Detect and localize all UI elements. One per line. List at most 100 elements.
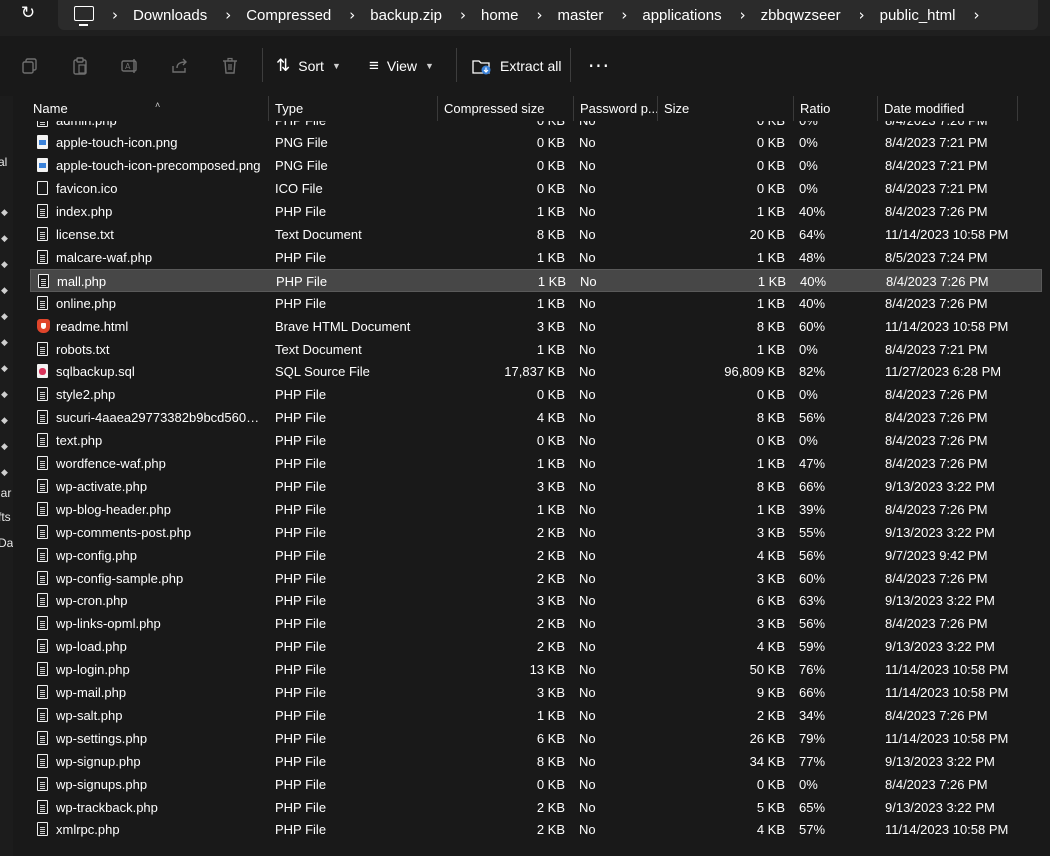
- copy-icon[interactable]: [16, 52, 44, 80]
- file-password-cell: No: [579, 295, 596, 311]
- file-row[interactable]: wp-salt.php PHP File 1 KB No 2 KB 34% 8/4/2023…: [30, 704, 1042, 727]
- file-name-cell: online.php: [56, 295, 116, 311]
- file-row[interactable]: malcare-waf.php PHP File 1 KB No 1 KB 48% 8/5/…: [30, 246, 1042, 269]
- file-row[interactable]: wp-mail.php PHP File 3 KB No 9 KB 66% 11/14/20…: [30, 681, 1042, 704]
- breadcrumb-separator-icon[interactable]: ›: [537, 6, 543, 24]
- nav-item-fragment[interactable]: al: [0, 155, 7, 169]
- file-password-cell: No: [579, 501, 596, 517]
- document-file-icon: [37, 753, 48, 768]
- file-name-cell: sucuri-4aaea29773382b9bcd56020...: [56, 410, 264, 426]
- file-row[interactable]: wp-login.php PHP File 13 KB No 50 KB 76% 11/14…: [30, 658, 1042, 681]
- file-row[interactable]: wp-load.php PHP File 2 KB No 4 KB 59% 9/13/202…: [30, 635, 1042, 658]
- nav-item-fragment[interactable]: fts: [0, 510, 11, 524]
- delete-icon[interactable]: [216, 52, 244, 80]
- file-row[interactable]: mall.php PHP File 1 KB No 1 KB 40% 8/4/2023 7:…: [30, 268, 1042, 292]
- navigation-pane[interactable]: al ◆ ◆ ◆ ◆ ◆ ◆ ◆ ◆ ◆ ◆ ◆ lar fts Da: [0, 96, 13, 856]
- file-row[interactable]: wp-comments-post.php PHP File 2 KB No 3 KB 55…: [30, 521, 1042, 544]
- file-list: admin.phpPHP File0 KBNo0 KB0%8/4/2023 7:…: [14, 109, 1050, 856]
- view-button[interactable]: ≡ View ▼: [369, 48, 434, 84]
- breadcrumb-item[interactable]: applications: [642, 7, 721, 24]
- file-password-cell: No: [579, 364, 596, 380]
- nav-item-fragment[interactable]: Da: [0, 536, 13, 550]
- file-row[interactable]: wp-trackback.php PHP File 2 KB No 5 KB 65% 9/1…: [30, 796, 1042, 819]
- file-size-cell: 1 KB: [756, 295, 785, 311]
- breadcrumb-item[interactable]: backup.zip: [370, 7, 442, 24]
- address-bar[interactable]: › Downloads › Compressed › backup.zip › home › ma…: [58, 0, 1038, 30]
- column-header-name-label: Name: [33, 101, 68, 116]
- rename-icon[interactable]: A: [116, 52, 144, 80]
- breadcrumb-separator-icon[interactable]: ›: [740, 6, 746, 24]
- column-header-date-label: Date modified: [884, 101, 965, 116]
- file-ratio-cell: 55%: [799, 524, 826, 540]
- file-compressed-cell: 1 KB: [536, 456, 565, 471]
- breadcrumb-item[interactable]: master: [558, 7, 604, 24]
- file-compressed-cell: 3 KB: [536, 593, 565, 609]
- refresh-icon[interactable]: ↻: [14, 0, 42, 26]
- file-date-cell: 8/4/2023 7:26 PM: [885, 204, 988, 220]
- file-row[interactable]: wp-blog-header.php PHP File 1 KB No 1 KB 39% 8…: [30, 498, 1042, 521]
- file-compressed-cell: 0 KB: [536, 158, 565, 174]
- breadcrumb-item[interactable]: home: [481, 7, 519, 24]
- file-row[interactable]: apple-touch-icon.png PNG File 0 KB No 0 KB 0%…: [30, 131, 1042, 154]
- file-row[interactable]: text.php PHP File 0 KB No 0 KB 0% 8/4/2023 7:2…: [30, 429, 1042, 452]
- file-row[interactable]: wp-signup.php PHP File 8 KB No 34 KB 77% 9/13/…: [30, 750, 1042, 773]
- file-row[interactable]: wp-activate.php PHP File 3 KB No 8 KB 66% 9/13…: [30, 475, 1042, 498]
- file-row[interactable]: apple-touch-icon-precomposed.png PNG File…: [30, 154, 1042, 177]
- breadcrumb-item[interactable]: public_html: [880, 7, 956, 24]
- file-row[interactable]: license.txt Text Document 8 KB No 20 KB 64% 11…: [30, 223, 1042, 246]
- file-date-cell: 8/4/2023 7:21 PM: [885, 158, 988, 174]
- file-type-cell: PHP File: [275, 662, 327, 678]
- column-header-password[interactable]: Password p...: [574, 96, 658, 121]
- file-row[interactable]: wp-cron.php PHP File 3 KB No 6 KB 63% 9/13/202…: [30, 589, 1042, 612]
- file-row[interactable]: xmlrpc.php PHP File 2 KB No 4 KB 57% 11/14/202…: [30, 818, 1042, 841]
- file-row[interactable]: favicon.ico ICO File 0 KB No 0 KB 0% 8/4/2023 …: [30, 177, 1042, 200]
- file-row[interactable]: sucuri-4aaea29773382b9bcd56020... PHP Fil…: [30, 406, 1042, 429]
- breadcrumb-separator-icon[interactable]: ›: [621, 6, 627, 24]
- column-header-name[interactable]: Name ˄: [27, 96, 269, 121]
- file-row[interactable]: sqlbackup.sql SQL Source File 17,837 KB No 9…: [30, 360, 1042, 383]
- file-icon-cell: [37, 547, 51, 563]
- file-date-cell: 11/14/2023 10:58 PM: [885, 685, 1009, 700]
- file-size-cell: 8 KB: [756, 318, 785, 334]
- column-header-ratio[interactable]: Ratio: [794, 96, 878, 121]
- file-row[interactable]: index.php PHP File 1 KB No 1 KB 40% 8/4/2023 7…: [30, 200, 1042, 223]
- breadcrumb-separator-icon[interactable]: ›: [112, 6, 118, 24]
- breadcrumb-separator-icon[interactable]: ›: [225, 6, 231, 24]
- breadcrumb-separator-icon[interactable]: ›: [349, 6, 355, 24]
- file-compressed-cell: 1 KB: [536, 249, 565, 265]
- file-row[interactable]: wp-links-opml.php PHP File 2 KB No 3 KB 56% 8/…: [30, 612, 1042, 635]
- file-size-cell: 9 KB: [756, 685, 785, 700]
- file-row[interactable]: wp-config-sample.php PHP File 2 KB No 3 KB 60…: [30, 567, 1042, 590]
- file-row[interactable]: style2.php PHP File 0 KB No 0 KB 0% 8/4/2023 7…: [30, 383, 1042, 406]
- breadcrumb-item[interactable]: Compressed: [246, 7, 331, 24]
- breadcrumb-item[interactable]: Downloads: [133, 7, 207, 24]
- file-row[interactable]: wp-config.php PHP File 2 KB No 4 KB 56% 9/7/20…: [30, 544, 1042, 567]
- file-row[interactable]: wp-settings.php PHP File 6 KB No 26 KB 79% 11/…: [30, 727, 1042, 750]
- file-row[interactable]: readme.html Brave HTML Document 3 KB No 8 KB…: [30, 315, 1042, 338]
- column-header-compressed-size[interactable]: Compressed size: [438, 96, 574, 121]
- file-row[interactable]: robots.txt Text Document 1 KB No 1 KB 0% 8/4/2…: [30, 338, 1042, 361]
- computer-icon[interactable]: [74, 5, 94, 26]
- nav-item-fragment[interactable]: lar: [0, 486, 11, 500]
- extract-all-button[interactable]: Extract all: [472, 48, 561, 84]
- breadcrumb-separator-icon[interactable]: ›: [859, 6, 865, 24]
- document-file-icon: [37, 295, 48, 310]
- file-icon-cell: [37, 364, 51, 379]
- column-header-date-modified[interactable]: Date modified: [878, 96, 1018, 121]
- file-ratio-cell: 40%: [799, 295, 826, 311]
- breadcrumb-separator-icon[interactable]: ›: [460, 6, 466, 24]
- column-header-size[interactable]: Size: [658, 96, 794, 121]
- document-file-icon: [37, 639, 48, 654]
- share-icon[interactable]: [166, 52, 194, 80]
- breadcrumb-separator-icon[interactable]: ›: [974, 6, 980, 24]
- paste-icon[interactable]: [66, 52, 94, 80]
- file-icon-cell: [37, 570, 51, 586]
- breadcrumb-item[interactable]: zbbqwzseer: [761, 7, 841, 24]
- column-header-type[interactable]: Type: [269, 96, 438, 121]
- file-row[interactable]: wp-signups.php PHP File 0 KB No 0 KB 0% 8/4/20…: [30, 773, 1042, 796]
- file-type-cell: Text Document: [275, 341, 362, 357]
- sort-button[interactable]: ⇅ Sort ▼: [276, 48, 341, 84]
- file-row[interactable]: online.php PHP File 1 KB No 1 KB 40% 8/4/2023 …: [30, 292, 1042, 315]
- more-options-icon[interactable]: ···: [585, 52, 613, 80]
- file-row[interactable]: wordfence-waf.php PHP File 1 KB No 1 KB 47% 8/…: [30, 452, 1042, 475]
